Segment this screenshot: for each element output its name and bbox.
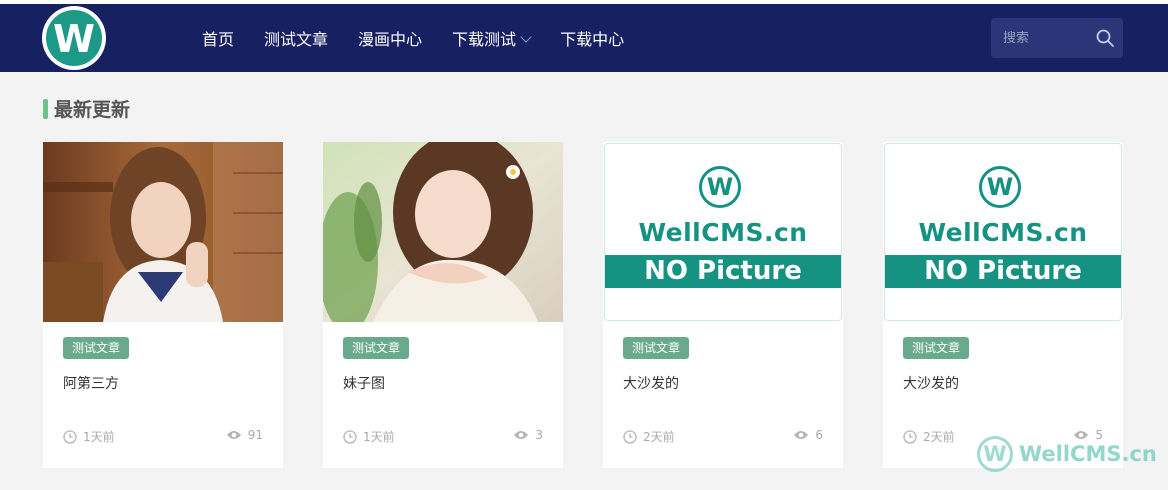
clock-icon (63, 429, 77, 444)
heading-accent-bar (43, 98, 48, 119)
nav-item-label: 下载测试 (452, 30, 517, 49)
wellcms-logo-icon: W (699, 166, 741, 208)
section-heading: 最新更新 (43, 95, 130, 122)
nav-item-label: 首页 (202, 30, 235, 49)
nav-item-label: 测试文章 (264, 30, 329, 49)
photo-image (43, 142, 283, 322)
time-text: 1天前 (83, 430, 115, 444)
wellcms-watermark: W WellCMS.cn (977, 434, 1157, 474)
site-logo[interactable]: W (42, 6, 106, 70)
nav-item-label: 漫画中心 (358, 30, 423, 49)
logo-badge: W (46, 10, 102, 66)
nav-item-comics[interactable]: 漫画中心 (358, 26, 422, 50)
article-card: 测试文章 阿第三方 1天前 91 (43, 142, 283, 468)
main-nav: 首页 测试文章 漫画中心 下载测试 下载中心 (202, 4, 654, 72)
category-badge[interactable]: 测试文章 (343, 337, 410, 359)
article-card: 测试文章 妹子图 1天前 3 (323, 142, 563, 468)
article-card: W WellCMS.cn NO Picture 测试文章 大沙发的 2天前 6 (603, 142, 843, 468)
clock-icon (903, 429, 917, 444)
search-input[interactable] (1003, 30, 1087, 46)
eye-icon (794, 431, 809, 439)
nav-item-download-center[interactable]: 下载中心 (560, 26, 624, 50)
section-title: 最新更新 (54, 99, 131, 121)
category-badge[interactable]: 测试文章 (623, 337, 690, 359)
post-time: 1天前 (63, 428, 115, 445)
search-icon[interactable] (1095, 28, 1115, 48)
article-thumbnail[interactable]: W WellCMS.cn NO Picture (603, 142, 843, 322)
placeholder-label: NO Picture (605, 255, 841, 288)
watermark-text: WellCMS.cn (1019, 442, 1157, 466)
clock-icon (343, 429, 357, 444)
eye-icon (226, 431, 241, 439)
photo-image (323, 142, 563, 322)
article-title[interactable]: 大沙发的 (903, 373, 959, 393)
placeholder-label: NO Picture (885, 255, 1121, 288)
views-text: 6 (815, 428, 823, 442)
navbar: W 首页 测试文章 漫画中心 下载测试 下载中心 (0, 4, 1168, 72)
nav-item-label: 下载中心 (560, 30, 625, 49)
no-picture-placeholder: W WellCMS.cn NO Picture (604, 143, 842, 321)
article-thumbnail[interactable]: W WellCMS.cn NO Picture (883, 142, 1123, 322)
view-count: 91 (226, 428, 263, 442)
views-text: 3 (535, 428, 543, 442)
chevron-down-icon (520, 31, 532, 43)
time-text: 2天前 (923, 430, 955, 444)
placeholder-logo-letter: W (706, 173, 734, 201)
wellcms-logo-icon: W (979, 166, 1021, 208)
time-text: 1天前 (363, 430, 395, 444)
category-badge[interactable]: 测试文章 (63, 337, 130, 359)
nav-item-home[interactable]: 首页 (202, 26, 234, 50)
search-box (991, 18, 1123, 58)
time-text: 2天前 (643, 430, 675, 444)
article-thumbnail[interactable] (323, 142, 563, 322)
placeholder-brand: WellCMS.cn (918, 218, 1088, 247)
view-count: 3 (513, 428, 543, 442)
nav-item-test-articles[interactable]: 测试文章 (264, 26, 328, 50)
clock-icon (623, 429, 637, 444)
nav-item-download-test[interactable]: 下载测试 (452, 26, 532, 50)
article-title[interactable]: 大沙发的 (623, 373, 679, 393)
eye-icon (514, 431, 529, 439)
logo-letter: W (53, 17, 95, 61)
article-card: W WellCMS.cn NO Picture 测试文章 大沙发的 2天前 5 (883, 142, 1123, 468)
no-picture-placeholder: W WellCMS.cn NO Picture (884, 143, 1122, 321)
post-time: 1天前 (343, 428, 395, 445)
article-title[interactable]: 阿第三方 (63, 373, 119, 393)
placeholder-logo-letter: W (986, 173, 1014, 201)
watermark-logo-icon: W (977, 436, 1013, 472)
watermark-letter: W (983, 441, 1007, 466)
article-thumbnail[interactable] (43, 142, 283, 322)
views-text: 91 (247, 428, 263, 442)
view-count: 6 (793, 428, 823, 442)
category-badge[interactable]: 测试文章 (903, 337, 970, 359)
post-time: 2天前 (903, 428, 955, 445)
article-title[interactable]: 妹子图 (343, 373, 385, 393)
post-time: 2天前 (623, 428, 675, 445)
placeholder-brand: WellCMS.cn (638, 218, 808, 247)
